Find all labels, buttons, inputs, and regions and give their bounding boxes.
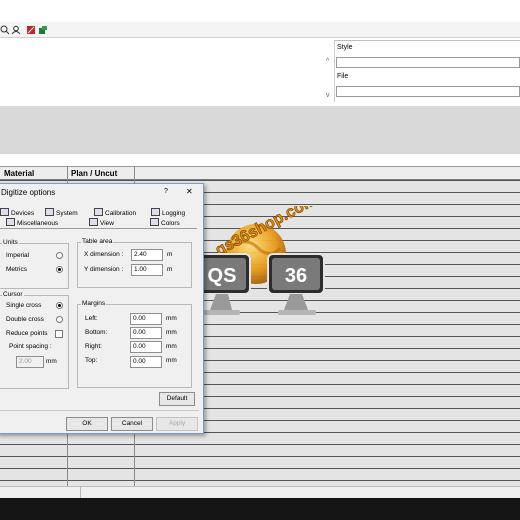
ok-button[interactable]: OK [66, 417, 108, 431]
watermark-logo: qs36shop.com QS 36 [193, 206, 325, 315]
notes-area[interactable] [0, 40, 335, 102]
file-field[interactable] [336, 86, 520, 97]
file-label: File [337, 73, 349, 80]
tab-system[interactable]: System [45, 208, 78, 217]
margins-label: Margins [81, 300, 107, 307]
tab-colors[interactable]: Colors [150, 218, 180, 227]
top-margin-input[interactable]: 0.00 [130, 356, 162, 368]
logging-icon [151, 208, 160, 216]
units-label: Units [2, 239, 19, 246]
x-unit-label: m [167, 251, 173, 258]
style-label: Style [337, 44, 353, 51]
user-icon[interactable] [11, 25, 21, 35]
single-cross-label: Single cross [6, 302, 42, 309]
notes-scrollbar[interactable]: ^ v [326, 58, 334, 102]
column-plan-uncut[interactable]: Plan / Uncut [71, 169, 117, 178]
table-area-label: Table area [81, 238, 114, 245]
tab-strip: Devices System Calibration Logging Misce… [0, 204, 198, 228]
point-spacing-input[interactable]: 2.00 [16, 356, 44, 368]
right-margin-unit: mm [166, 343, 177, 350]
imperial-label: Imperial [6, 252, 30, 259]
x-dimension-input[interactable]: 2.40 [131, 249, 163, 261]
system-icon [45, 208, 54, 216]
bottom-margin-label: Bottom: [85, 329, 108, 336]
chevron-down-icon[interactable]: v [326, 92, 330, 99]
tab-view[interactable]: View [89, 218, 114, 227]
reduce-points-label: Reduce points [6, 330, 48, 337]
bottom-margin-unit: mm [166, 329, 177, 336]
point-spacing-unit: mm [46, 358, 57, 365]
reduce-points-checkbox[interactable] [55, 330, 63, 338]
tool-icon[interactable] [26, 25, 36, 35]
watermark-badge-right: 36 [285, 265, 307, 287]
devices-icon [0, 208, 9, 216]
top-margin-unit: mm [166, 357, 177, 364]
double-cross-radio[interactable] [56, 316, 63, 323]
table-row-divider [0, 468, 520, 469]
toolbar [0, 22, 520, 38]
y-unit-label: m [167, 266, 173, 273]
tab-miscellaneous[interactable]: Miscellaneous [6, 218, 58, 227]
top-margin-label: Top: [85, 357, 98, 364]
table-row-divider [0, 444, 520, 445]
table-row-divider [0, 480, 520, 481]
zoom-icon[interactable] [0, 25, 10, 35]
left-margin-unit: mm [166, 315, 177, 322]
x-dimension-label: X dimension : [84, 251, 124, 258]
right-margin-label: Right: [85, 343, 102, 350]
title-area [0, 0, 520, 22]
single-cross-radio[interactable] [56, 302, 63, 309]
apply-button[interactable]: Apply [156, 417, 198, 431]
colors-icon [150, 218, 159, 226]
dialog-title: Digitize options [1, 188, 56, 197]
cursor-label: Cursor [2, 291, 24, 298]
watermark-badge-left: QS [208, 265, 237, 287]
cancel-button[interactable]: Cancel [111, 417, 153, 431]
tab-devices[interactable]: Devices [0, 208, 34, 217]
point-spacing-label: Point spacing : [9, 343, 52, 350]
left-margin-input[interactable]: 0.00 [130, 313, 162, 325]
column-material[interactable]: Material [4, 169, 34, 178]
imperial-radio[interactable] [56, 252, 63, 259]
taskbar [0, 498, 520, 520]
close-button[interactable]: ✕ [186, 187, 193, 196]
table-row-divider [0, 456, 520, 457]
metrics-radio[interactable] [56, 266, 63, 273]
right-margin-input[interactable]: 0.00 [130, 341, 162, 353]
chevron-up-icon[interactable]: ^ [326, 58, 329, 65]
y-dimension-input[interactable]: 1.00 [131, 264, 163, 276]
bottom-margin-input[interactable]: 0.00 [130, 327, 162, 339]
preview-area [0, 106, 520, 154]
double-cross-label: Double cross [6, 316, 44, 323]
miscellaneous-icon [6, 218, 15, 226]
view-icon [89, 218, 98, 226]
cursor-group [0, 295, 69, 389]
tab-calibration[interactable]: Calibration [94, 208, 136, 217]
status-bar [0, 486, 520, 499]
grid-header: Material Plan / Uncut [0, 166, 520, 180]
left-margin-label: Left: [85, 315, 98, 322]
export-icon[interactable] [38, 25, 48, 35]
digitize-options-dialog: Digitize options ? ✕ Devices System Cali… [0, 183, 204, 434]
y-dimension-label: Y dimension : [84, 266, 124, 273]
help-button[interactable]: ? [164, 188, 168, 195]
style-field[interactable] [336, 57, 520, 68]
calibration-icon [94, 208, 103, 216]
default-button[interactable]: Default [159, 392, 195, 406]
tab-logging[interactable]: Logging [151, 208, 185, 217]
table-row-divider [0, 180, 520, 181]
metrics-label: Metrics [6, 266, 27, 273]
